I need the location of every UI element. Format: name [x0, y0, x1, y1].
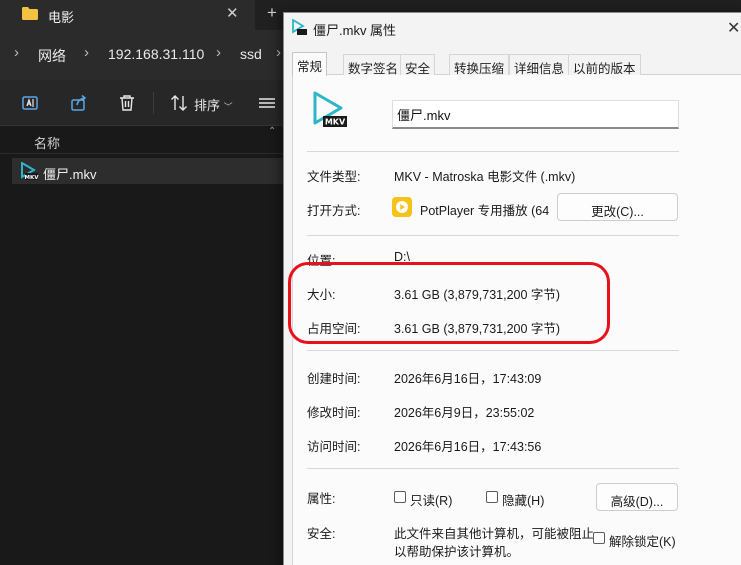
chevron-right-icon: ›	[276, 44, 281, 61]
open-with-value: PotPlayer 专用播放 (64	[420, 204, 550, 218]
accessed-value: 2026年6月16日，17:43:56	[394, 440, 542, 454]
close-icon[interactable]: ✕	[727, 18, 740, 38]
divider	[307, 235, 679, 236]
tab-convert-compress[interactable]: 转换压缩	[449, 54, 510, 76]
breadcrumb-ssd[interactable]: ssd	[240, 46, 262, 62]
file-list-item[interactable]: MKV 僵尸.mkv	[12, 158, 287, 184]
sort-button[interactable]: 排序 ﹀	[194, 95, 233, 114]
folder-icon	[22, 7, 38, 20]
potplayer-icon	[392, 197, 412, 217]
created-label: 创建时间:	[307, 372, 361, 386]
security-text-line2: 以帮助保护该计算机。	[394, 545, 520, 559]
rename-icon[interactable]	[21, 94, 39, 112]
mkv-file-icon	[292, 19, 307, 35]
dialog-title: 僵尸.mkv 属性	[313, 23, 397, 38]
new-tab-icon[interactable]: +	[267, 3, 277, 23]
file-name-field[interactable]	[392, 100, 679, 129]
svg-text:MKV: MKV	[25, 175, 40, 181]
chevron-right-icon: ›	[14, 44, 19, 61]
mkv-file-icon: MKV	[313, 91, 347, 127]
close-tab-icon[interactable]: ✕	[226, 4, 239, 22]
sort-icon[interactable]	[170, 94, 188, 112]
hidden-checkbox[interactable]	[486, 491, 498, 503]
breadcrumb-host[interactable]: 192.168.31.110	[108, 46, 204, 62]
view-menu-icon[interactable]	[258, 94, 276, 112]
dialog-tabs: 常规 数字签名 安全 转换压缩 详细信息 以前的版本	[292, 52, 741, 76]
properties-dialog: 僵尸.mkv 属性 ✕ 常规 数字签名 安全 转换压缩 详细信息 以前的版本 M…	[283, 12, 741, 565]
size-on-disk-label: 占用空间:	[307, 322, 361, 336]
file-type-label: 文件类型:	[307, 170, 361, 184]
tab-general[interactable]: 常规	[292, 52, 328, 76]
advanced-button[interactable]: 高级(D)...	[596, 483, 678, 511]
security-text-line1: 此文件来自其他计算机，可能被阻止	[394, 527, 595, 541]
mkv-file-icon: MKV	[21, 162, 40, 181]
tab-security[interactable]: 安全	[400, 54, 436, 76]
size-label: 大小:	[307, 288, 336, 302]
dialog-titlebar[interactable]: 僵尸.mkv 属性 ✕	[284, 13, 741, 43]
divider	[307, 468, 679, 469]
share-icon[interactable]	[70, 94, 88, 112]
explorer-tab[interactable]: 电影 ✕	[0, 0, 255, 30]
readonly-checkbox[interactable]	[394, 491, 406, 503]
divider	[307, 151, 679, 152]
file-type-value: MKV - Matroska 电影文件 (.mkv)	[394, 170, 576, 184]
size-value: 3.61 GB (3,879,731,200 字节)	[394, 288, 561, 302]
hidden-label[interactable]: 隐藏(H)	[502, 490, 544, 509]
modified-value: 2026年6月9日，23:55:02	[394, 406, 535, 420]
svg-text:MKV: MKV	[325, 118, 346, 127]
modified-label: 修改时间:	[307, 406, 361, 420]
sort-ascending-icon: ⌃	[268, 126, 277, 137]
tab-digital-signatures[interactable]: 数字签名	[343, 54, 404, 76]
security-label: 安全:	[307, 527, 336, 541]
delete-icon[interactable]	[118, 94, 136, 112]
breadcrumb-network[interactable]: 网络	[38, 46, 66, 66]
general-tab-panel: MKV 文件类型: MKV - Matroska 电影文件 (.mkv) 打开方…	[292, 75, 741, 565]
explorer-tab-title: 电影	[48, 10, 75, 25]
attributes-label: 属性:	[307, 492, 336, 506]
location-label: 位置:	[307, 254, 336, 268]
open-with-label: 打开方式:	[307, 204, 361, 218]
readonly-label[interactable]: 只读(R)	[410, 490, 452, 509]
unblock-checkbox[interactable]	[593, 532, 605, 544]
chevron-right-icon: ›	[84, 44, 89, 61]
divider	[307, 350, 679, 351]
change-button[interactable]: 更改(C)...	[557, 193, 678, 221]
column-name[interactable]: 名称	[34, 133, 60, 152]
accessed-label: 访问时间:	[307, 440, 361, 454]
chevron-down-icon: ﹀	[223, 102, 233, 112]
tab-previous-versions[interactable]: 以前的版本	[568, 54, 641, 76]
toolbar-divider	[153, 92, 154, 114]
sort-label: 排序	[194, 98, 221, 113]
chevron-right-icon: ›	[216, 44, 221, 61]
created-value: 2026年6月16日，17:43:09	[394, 372, 542, 386]
file-name: 僵尸.mkv	[43, 167, 97, 182]
unblock-label[interactable]: 解除锁定(K)	[609, 531, 676, 550]
size-on-disk-value: 3.61 GB (3,879,731,200 字节)	[394, 322, 561, 336]
location-value: D:\	[394, 250, 410, 264]
tab-details[interactable]: 详细信息	[509, 54, 570, 76]
